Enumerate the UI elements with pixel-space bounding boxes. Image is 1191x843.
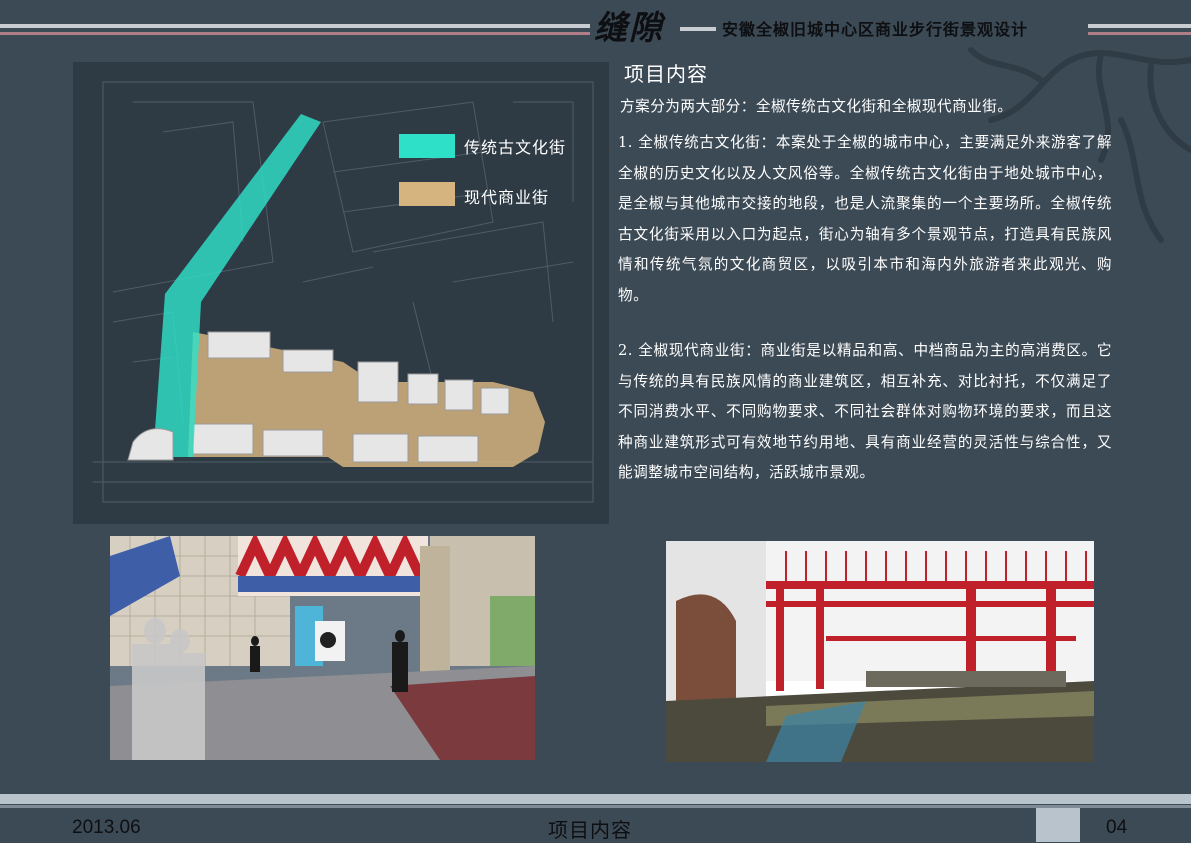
intro-paragraph: 方案分为两大部分：全椒传统古文化街和全椒现代商业街。 bbox=[620, 98, 1013, 115]
section-title: 项目内容 bbox=[624, 62, 708, 86]
header-rule-bottom bbox=[0, 32, 590, 35]
header-rule-top bbox=[0, 24, 590, 28]
footer-rule-top bbox=[0, 794, 1191, 804]
legend-swatch-modern bbox=[399, 182, 455, 206]
legend-label-modern: 现代商业街 bbox=[464, 188, 550, 207]
footer-accent-block bbox=[1036, 808, 1080, 842]
footer-date: 2013.06 bbox=[72, 817, 141, 838]
commercial-street-render bbox=[110, 536, 535, 760]
logo: 缝隙 bbox=[594, 8, 664, 47]
page-number: 04 bbox=[1106, 817, 1128, 838]
legend-label-traditional: 传统古文化街 bbox=[464, 138, 567, 157]
footer-section-label: 项目内容 bbox=[548, 818, 632, 842]
commercial-street-render-drawing bbox=[110, 536, 535, 760]
footer-rule-bottom bbox=[0, 805, 1191, 808]
site-plan-drawing bbox=[93, 81, 594, 503]
traditional-street-paragraph: 1. 全椒传统古文化街：本案处于全椒的城市中心，主要满足外来游客了解全椒的历史文… bbox=[618, 134, 1112, 304]
header-rule-dash bbox=[680, 27, 716, 31]
site-plan-map: 传统古文化街 现代商业街 bbox=[73, 62, 609, 524]
legend-swatch-traditional bbox=[399, 134, 455, 158]
traditional-street-render-drawing bbox=[666, 541, 1094, 762]
modern-street-paragraph: 2. 全椒现代商业街：商业街是以精品和高、中档商品为主的高消费区。它与传统的具有… bbox=[618, 342, 1112, 481]
traditional-street-render bbox=[666, 541, 1094, 762]
